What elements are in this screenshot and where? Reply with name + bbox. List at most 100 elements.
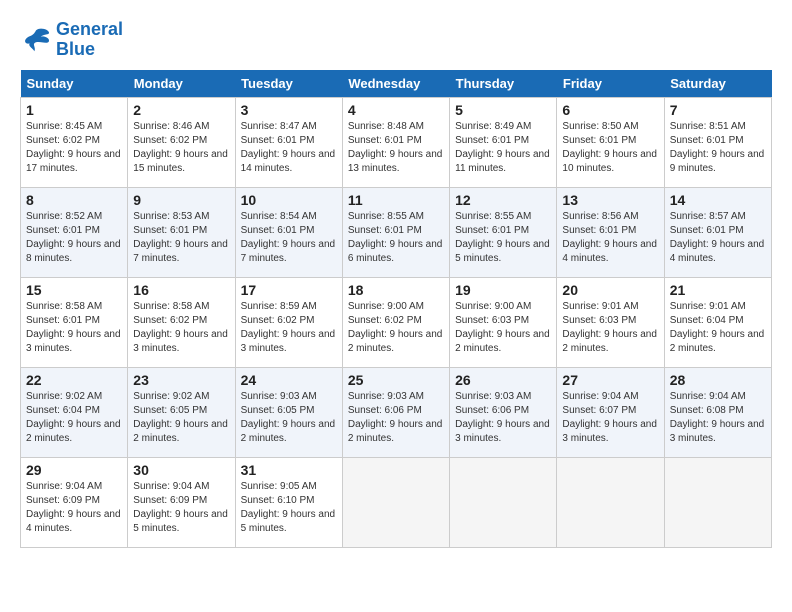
calendar-cell: 7 Sunrise: 8:51 AM Sunset: 6:01 PM Dayli…: [664, 97, 771, 187]
calendar-cell: 23 Sunrise: 9:02 AM Sunset: 6:05 PM Dayl…: [128, 367, 235, 457]
logo-icon: [20, 24, 52, 56]
day-info: Sunrise: 9:00 AM Sunset: 6:02 PM Dayligh…: [348, 300, 444, 356]
day-info: Sunrise: 9:03 AM Sunset: 6:06 PM Dayligh…: [455, 390, 551, 446]
day-number: 23: [133, 372, 229, 388]
day-info: Sunrise: 9:00 AM Sunset: 6:03 PM Dayligh…: [455, 300, 551, 356]
calendar-cell: 14 Sunrise: 8:57 AM Sunset: 6:01 PM Dayl…: [664, 187, 771, 277]
calendar-cell: 11 Sunrise: 8:55 AM Sunset: 6:01 PM Dayl…: [342, 187, 449, 277]
day-number: 27: [562, 372, 658, 388]
day-number: 17: [241, 282, 337, 298]
calendar-cell: 12 Sunrise: 8:55 AM Sunset: 6:01 PM Dayl…: [450, 187, 557, 277]
day-info: Sunrise: 9:01 AM Sunset: 6:03 PM Dayligh…: [562, 300, 658, 356]
day-info: Sunrise: 8:52 AM Sunset: 6:01 PM Dayligh…: [26, 210, 122, 266]
day-info: Sunrise: 8:49 AM Sunset: 6:01 PM Dayligh…: [455, 120, 551, 176]
day-info: Sunrise: 8:45 AM Sunset: 6:02 PM Dayligh…: [26, 120, 122, 176]
day-info: Sunrise: 9:04 AM Sunset: 6:07 PM Dayligh…: [562, 390, 658, 446]
day-number: 20: [562, 282, 658, 298]
weekday-header-tuesday: Tuesday: [235, 70, 342, 98]
calendar-cell: 20 Sunrise: 9:01 AM Sunset: 6:03 PM Dayl…: [557, 277, 664, 367]
calendar-cell: 3 Sunrise: 8:47 AM Sunset: 6:01 PM Dayli…: [235, 97, 342, 187]
day-info: Sunrise: 8:53 AM Sunset: 6:01 PM Dayligh…: [133, 210, 229, 266]
weekday-header-thursday: Thursday: [450, 70, 557, 98]
calendar-cell: 9 Sunrise: 8:53 AM Sunset: 6:01 PM Dayli…: [128, 187, 235, 277]
calendar-week-1: 1 Sunrise: 8:45 AM Sunset: 6:02 PM Dayli…: [21, 97, 772, 187]
calendar-week-2: 8 Sunrise: 8:52 AM Sunset: 6:01 PM Dayli…: [21, 187, 772, 277]
calendar-cell: 15 Sunrise: 8:58 AM Sunset: 6:01 PM Dayl…: [21, 277, 128, 367]
calendar-cell: 26 Sunrise: 9:03 AM Sunset: 6:06 PM Dayl…: [450, 367, 557, 457]
day-number: 1: [26, 102, 122, 118]
day-info: Sunrise: 8:55 AM Sunset: 6:01 PM Dayligh…: [348, 210, 444, 266]
day-info: Sunrise: 9:04 AM Sunset: 6:09 PM Dayligh…: [26, 480, 122, 536]
calendar-cell: 27 Sunrise: 9:04 AM Sunset: 6:07 PM Dayl…: [557, 367, 664, 457]
weekday-header-monday: Monday: [128, 70, 235, 98]
calendar-cell: 28 Sunrise: 9:04 AM Sunset: 6:08 PM Dayl…: [664, 367, 771, 457]
day-number: 29: [26, 462, 122, 478]
day-number: 22: [26, 372, 122, 388]
calendar-cell: [557, 457, 664, 547]
calendar-cell: 10 Sunrise: 8:54 AM Sunset: 6:01 PM Dayl…: [235, 187, 342, 277]
day-number: 11: [348, 192, 444, 208]
day-number: 15: [26, 282, 122, 298]
day-info: Sunrise: 8:57 AM Sunset: 6:01 PM Dayligh…: [670, 210, 766, 266]
day-number: 3: [241, 102, 337, 118]
day-info: Sunrise: 9:02 AM Sunset: 6:04 PM Dayligh…: [26, 390, 122, 446]
day-number: 24: [241, 372, 337, 388]
day-number: 25: [348, 372, 444, 388]
day-info: Sunrise: 9:03 AM Sunset: 6:06 PM Dayligh…: [348, 390, 444, 446]
logo: General Blue: [20, 20, 123, 60]
calendar-cell: [450, 457, 557, 547]
day-info: Sunrise: 8:54 AM Sunset: 6:01 PM Dayligh…: [241, 210, 337, 266]
calendar-cell: [664, 457, 771, 547]
day-number: 7: [670, 102, 766, 118]
day-info: Sunrise: 9:05 AM Sunset: 6:10 PM Dayligh…: [241, 480, 337, 536]
day-info: Sunrise: 8:50 AM Sunset: 6:01 PM Dayligh…: [562, 120, 658, 176]
calendar-cell: 29 Sunrise: 9:04 AM Sunset: 6:09 PM Dayl…: [21, 457, 128, 547]
day-number: 2: [133, 102, 229, 118]
day-info: Sunrise: 8:58 AM Sunset: 6:01 PM Dayligh…: [26, 300, 122, 356]
day-number: 8: [26, 192, 122, 208]
day-number: 5: [455, 102, 551, 118]
day-info: Sunrise: 8:58 AM Sunset: 6:02 PM Dayligh…: [133, 300, 229, 356]
day-number: 12: [455, 192, 551, 208]
weekday-header-saturday: Saturday: [664, 70, 771, 98]
day-info: Sunrise: 9:04 AM Sunset: 6:09 PM Dayligh…: [133, 480, 229, 536]
day-info: Sunrise: 9:04 AM Sunset: 6:08 PM Dayligh…: [670, 390, 766, 446]
calendar-cell: 5 Sunrise: 8:49 AM Sunset: 6:01 PM Dayli…: [450, 97, 557, 187]
day-number: 19: [455, 282, 551, 298]
day-info: Sunrise: 8:55 AM Sunset: 6:01 PM Dayligh…: [455, 210, 551, 266]
calendar-cell: 30 Sunrise: 9:04 AM Sunset: 6:09 PM Dayl…: [128, 457, 235, 547]
weekday-header-wednesday: Wednesday: [342, 70, 449, 98]
day-number: 14: [670, 192, 766, 208]
day-number: 21: [670, 282, 766, 298]
day-number: 13: [562, 192, 658, 208]
calendar-cell: 8 Sunrise: 8:52 AM Sunset: 6:01 PM Dayli…: [21, 187, 128, 277]
day-number: 16: [133, 282, 229, 298]
day-number: 6: [562, 102, 658, 118]
day-info: Sunrise: 8:46 AM Sunset: 6:02 PM Dayligh…: [133, 120, 229, 176]
day-info: Sunrise: 8:51 AM Sunset: 6:01 PM Dayligh…: [670, 120, 766, 176]
day-info: Sunrise: 8:47 AM Sunset: 6:01 PM Dayligh…: [241, 120, 337, 176]
calendar-cell: 1 Sunrise: 8:45 AM Sunset: 6:02 PM Dayli…: [21, 97, 128, 187]
day-number: 4: [348, 102, 444, 118]
calendar-cell: 25 Sunrise: 9:03 AM Sunset: 6:06 PM Dayl…: [342, 367, 449, 457]
calendar-cell: 6 Sunrise: 8:50 AM Sunset: 6:01 PM Dayli…: [557, 97, 664, 187]
calendar-week-3: 15 Sunrise: 8:58 AM Sunset: 6:01 PM Dayl…: [21, 277, 772, 367]
calendar-cell: [342, 457, 449, 547]
day-info: Sunrise: 8:56 AM Sunset: 6:01 PM Dayligh…: [562, 210, 658, 266]
calendar-week-4: 22 Sunrise: 9:02 AM Sunset: 6:04 PM Dayl…: [21, 367, 772, 457]
calendar-week-5: 29 Sunrise: 9:04 AM Sunset: 6:09 PM Dayl…: [21, 457, 772, 547]
calendar-cell: 17 Sunrise: 8:59 AM Sunset: 6:02 PM Dayl…: [235, 277, 342, 367]
calendar-cell: 16 Sunrise: 8:58 AM Sunset: 6:02 PM Dayl…: [128, 277, 235, 367]
day-number: 26: [455, 372, 551, 388]
calendar-cell: 31 Sunrise: 9:05 AM Sunset: 6:10 PM Dayl…: [235, 457, 342, 547]
day-info: Sunrise: 8:48 AM Sunset: 6:01 PM Dayligh…: [348, 120, 444, 176]
calendar-cell: 13 Sunrise: 8:56 AM Sunset: 6:01 PM Dayl…: [557, 187, 664, 277]
calendar-cell: 22 Sunrise: 9:02 AM Sunset: 6:04 PM Dayl…: [21, 367, 128, 457]
calendar-cell: 21 Sunrise: 9:01 AM Sunset: 6:04 PM Dayl…: [664, 277, 771, 367]
day-info: Sunrise: 9:02 AM Sunset: 6:05 PM Dayligh…: [133, 390, 229, 446]
day-info: Sunrise: 8:59 AM Sunset: 6:02 PM Dayligh…: [241, 300, 337, 356]
day-number: 28: [670, 372, 766, 388]
day-number: 9: [133, 192, 229, 208]
day-info: Sunrise: 9:01 AM Sunset: 6:04 PM Dayligh…: [670, 300, 766, 356]
weekday-header-sunday: Sunday: [21, 70, 128, 98]
